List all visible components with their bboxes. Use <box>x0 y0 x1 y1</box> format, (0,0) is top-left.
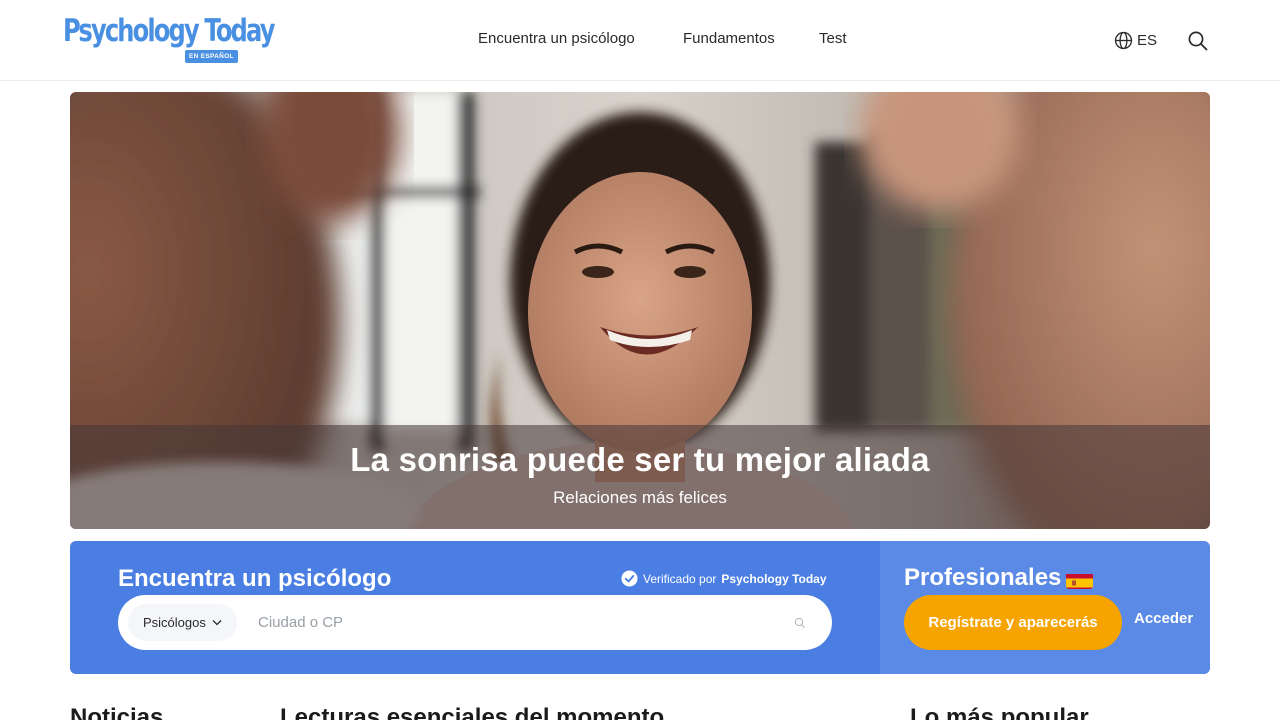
professionals-title: Profesionales <box>904 564 1094 592</box>
globe-icon <box>1114 31 1133 49</box>
hero-banner[interactable]: La sonrisa puede ser tu mejor aliada Rel… <box>70 92 1210 529</box>
verified-badge: Verificado por Psychology Today <box>621 570 827 587</box>
finder-search-bar: Psicólogos <box>118 595 832 650</box>
nav-find-psychologist[interactable]: Encuentra un psicólogo <box>478 30 635 47</box>
site-header: Psychology Today EN ESPAÑOL Encuentra un… <box>0 0 1280 81</box>
language-label: ES <box>1137 31 1158 49</box>
check-circle-icon <box>621 570 638 587</box>
location-input[interactable] <box>258 607 778 638</box>
finder-title: Encuentra un psicólogo <box>118 565 392 592</box>
verified-brand: Psychology Today <box>721 571 827 586</box>
verified-prefix: Verificado por <box>643 571 717 586</box>
section-heading-most-popular: Lo más popular <box>910 704 1089 720</box>
nav-fundamentals[interactable]: Fundamentos <box>683 30 775 47</box>
hero-subtitle[interactable]: Relaciones más felices <box>70 488 1210 508</box>
spain-flag-icon <box>1066 571 1094 589</box>
search-icon[interactable] <box>794 617 806 629</box>
professional-type-dropdown[interactable]: Psicólogos <box>128 604 237 641</box>
register-button[interactable]: Regístrate y aparecerás <box>904 595 1122 650</box>
professionals-panel: Profesionales Regístrate y aparecerás Ac… <box>880 541 1210 674</box>
therapist-finder: Encuentra un psicólogo Verificado por Ps… <box>70 541 880 674</box>
logo-badge: EN ESPAÑOL <box>185 50 238 63</box>
professional-type-value: Psicólogos <box>143 615 206 630</box>
main-nav: Encuentra un psicólogo Fundamentos Test <box>0 30 1280 50</box>
hero-title[interactable]: La sonrisa puede ser tu mejor aliada <box>70 441 1210 479</box>
section-heading-essential-reads: Lecturas esenciales del momento <box>280 704 665 720</box>
chevron-down-icon <box>212 620 222 626</box>
search-icon[interactable] <box>1187 30 1209 52</box>
section-heading-news: Noticias <box>70 704 164 720</box>
language-selector[interactable]: ES <box>1114 30 1157 50</box>
login-link[interactable]: Acceder <box>1134 610 1193 627</box>
nav-test[interactable]: Test <box>819 30 847 47</box>
professionals-label: Profesionales <box>904 564 1062 591</box>
hero-caption: La sonrisa puede ser tu mejor aliada Rel… <box>70 425 1210 529</box>
